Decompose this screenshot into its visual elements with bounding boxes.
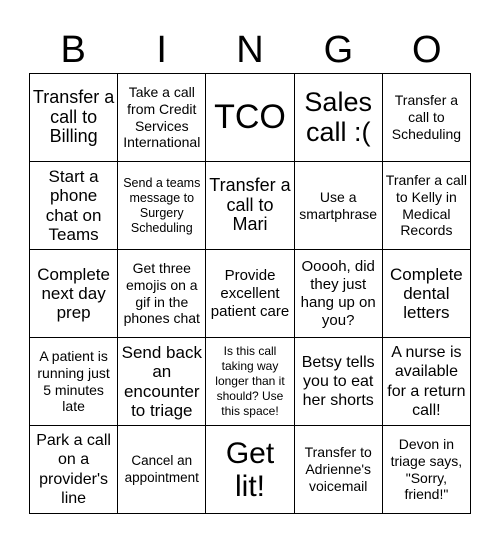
- bingo-cell[interactable]: Betsy tells you to eat her shorts: [294, 338, 383, 426]
- bingo-header: B I N G O: [29, 28, 471, 73]
- bingo-cell[interactable]: Cancel an appointment: [118, 426, 207, 514]
- cell-text: Send a teams message to Surgery Scheduli…: [123, 175, 201, 235]
- cell-text: Park a call on a provider's line: [36, 432, 111, 507]
- bingo-cell[interactable]: Transfer a call to Scheduling: [382, 74, 471, 162]
- bingo-cell[interactable]: Take a call from Credit Services Interna…: [118, 74, 207, 162]
- cell-text: Devon in triage says, "Sorry, friend!": [390, 435, 463, 503]
- bingo-cell[interactable]: Complete next day prep: [30, 250, 119, 338]
- bingo-cell[interactable]: Complete dental letters: [382, 250, 471, 338]
- header-letter-i: I: [156, 29, 167, 71]
- bingo-cell[interactable]: Transfer a call to Billing: [30, 74, 119, 162]
- cell-text: Transfer a call to Scheduling: [391, 92, 462, 142]
- cell-text: Take a call from Credit Services Interna…: [123, 83, 201, 151]
- bingo-cell[interactable]: Send back an encounter to triage: [118, 338, 207, 426]
- bingo-cell[interactable]: Park a call on a provider's line: [30, 426, 119, 514]
- bingo-cell[interactable]: Get lit!: [206, 426, 295, 514]
- bingo-cell[interactable]: Transfer to Adrienne's voicemail: [294, 426, 383, 514]
- cell-text: Get three emojis on a gif in the phones …: [123, 259, 200, 327]
- cell-text: Provide excellent patient care: [210, 266, 290, 320]
- cell-text: A nurse is available for a return call!: [387, 344, 466, 419]
- cell-text: Use a smartphrase: [299, 188, 378, 222]
- cell-text: Transfer a call to Mari: [209, 174, 291, 235]
- bingo-cell[interactable]: Tranfer a call to Kelly in Medical Recor…: [382, 162, 471, 250]
- cell-text: Betsy tells you to eat her shorts: [301, 353, 375, 410]
- bingo-cell[interactable]: Devon in triage says, "Sorry, friend!": [382, 426, 471, 514]
- bingo-cell[interactable]: Send a teams message to Surgery Scheduli…: [118, 162, 207, 250]
- header-letter-b: B: [60, 29, 86, 71]
- cell-text: A patient is running just 5 minutes late: [37, 347, 110, 415]
- bingo-cell[interactable]: Sales call :(: [294, 74, 383, 162]
- cell-text: Sales call :(: [304, 86, 372, 147]
- cell-text: Complete dental letters: [390, 264, 463, 323]
- cell-text: Tranfer a call to Kelly in Medical Recor…: [385, 171, 467, 239]
- bingo-grid: Transfer a call to Billing Take a call f…: [29, 73, 471, 514]
- cell-text: Transfer a call to Billing: [32, 86, 115, 147]
- bingo-cell[interactable]: A nurse is available for a return call!: [382, 338, 471, 426]
- header-letter-g: G: [323, 29, 354, 71]
- header-letter-o: O: [412, 29, 442, 71]
- bingo-cell[interactable]: Get three emojis on a gif in the phones …: [118, 250, 207, 338]
- bingo-card: B I N G O Transfer a call to Billing Tak…: [0, 0, 500, 544]
- bingo-cell[interactable]: Transfer a call to Mari: [206, 162, 295, 250]
- bingo-cell[interactable]: A patient is running just 5 minutes late: [30, 338, 119, 426]
- bingo-cell[interactable]: Is this call taking way longer than it s…: [206, 338, 295, 426]
- bingo-cell[interactable]: Start a phone chat on Teams: [30, 162, 119, 250]
- bingo-cell[interactable]: TCO: [206, 74, 295, 162]
- bingo-cell[interactable]: Use a smartphrase: [294, 162, 383, 250]
- cell-text: Complete next day prep: [37, 264, 110, 323]
- bingo-cell[interactable]: Provide excellent patient care: [206, 250, 295, 338]
- cell-text: Start a phone chat on Teams: [45, 167, 102, 244]
- cell-text: TCO: [214, 97, 286, 136]
- cell-text: Transfer to Adrienne's voicemail: [304, 444, 372, 494]
- cell-text: Ooooh, did they just hang up on you?: [300, 257, 376, 329]
- bingo-cell[interactable]: Ooooh, did they just hang up on you?: [294, 250, 383, 338]
- cell-text: Get lit!: [225, 436, 275, 503]
- cell-text: Cancel an appointment: [124, 453, 199, 485]
- cell-text: Send back an encounter to triage: [121, 343, 202, 420]
- cell-text: Is this call taking way longer than it s…: [215, 344, 285, 418]
- header-letter-n: N: [236, 29, 264, 71]
